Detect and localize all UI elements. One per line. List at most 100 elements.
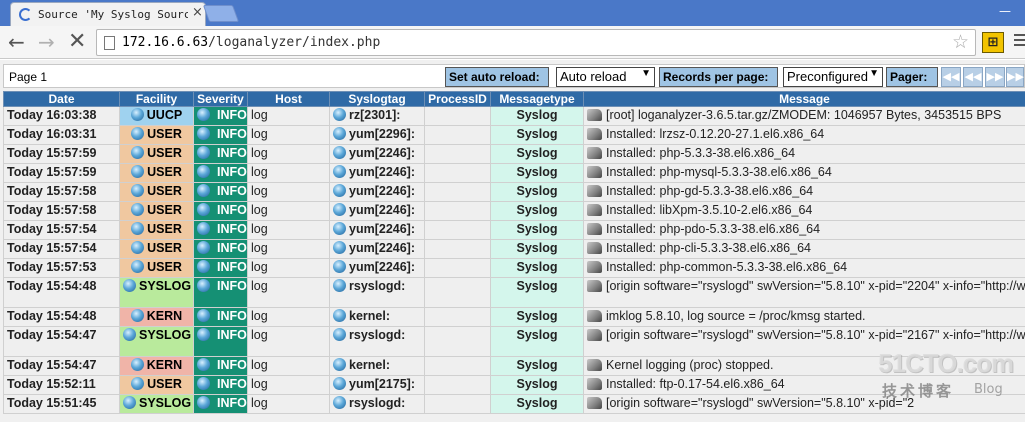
syslogtag-cell[interactable]: rsyslogd: [329, 326, 425, 357]
severity-cell[interactable]: INFO [193, 239, 248, 259]
message-detail-icon[interactable] [587, 128, 602, 140]
message-cell[interactable]: Installed: php-5.3.3-38.el6.x86_64 [583, 144, 1025, 164]
date-cell[interactable]: Today 15:51:45 [3, 394, 120, 414]
host-cell[interactable]: log [247, 277, 330, 308]
bookmark-star-icon[interactable]: ☆ [952, 31, 969, 53]
host-cell[interactable]: log [247, 394, 330, 414]
message-detail-icon[interactable] [587, 359, 602, 371]
message-detail-icon[interactable] [587, 329, 602, 341]
table-row[interactable]: Today 15:54:47 KERN INFO log kernel: Syslog Ke… [3, 356, 1025, 376]
table-row[interactable]: Today 15:57:58 USER INFO log yum[2246]: Syslo… [3, 201, 1025, 221]
severity-cell[interactable]: INFO [193, 106, 248, 126]
message-cell[interactable]: Installed: php-gd-5.3.3-38.el6.x86_64 [583, 182, 1025, 202]
message-detail-icon[interactable] [587, 310, 602, 322]
table-row[interactable]: Today 16:03:38 UUCP INFO log rz[2301]: Syslog… [3, 106, 1025, 126]
date-cell[interactable]: Today 15:54:48 [3, 277, 120, 308]
date-cell[interactable]: Today 15:57:58 [3, 182, 120, 202]
last-page-icon[interactable]: ▶▶ [1006, 67, 1024, 87]
message-detail-icon[interactable] [587, 223, 602, 235]
message-cell[interactable]: Installed: ftp-0.17-54.el6.x86_64 [583, 375, 1025, 395]
column-header-processid[interactable]: ProcessID [424, 91, 491, 107]
messagetype-cell[interactable]: Syslog [490, 163, 584, 183]
previous-page-icon[interactable]: ◀◀ [963, 67, 983, 87]
severity-cell[interactable]: INFO [193, 163, 248, 183]
syslogtag-cell[interactable]: rsyslogd: [329, 394, 425, 414]
syslogtag-cell[interactable]: yum[2246]: [329, 163, 425, 183]
processid-cell[interactable] [424, 144, 491, 164]
host-cell[interactable]: log [247, 307, 330, 327]
severity-cell[interactable]: INFO [193, 258, 248, 278]
column-header-messagetype[interactable]: Messagetype [490, 91, 584, 107]
processid-cell[interactable] [424, 375, 491, 395]
processid-cell[interactable] [424, 220, 491, 240]
processid-cell[interactable] [424, 394, 491, 414]
processid-cell[interactable] [424, 201, 491, 221]
processid-cell[interactable] [424, 277, 491, 308]
processid-cell[interactable] [424, 307, 491, 327]
facility-cell[interactable]: USER [119, 220, 194, 240]
host-cell[interactable]: log [247, 326, 330, 357]
severity-cell[interactable]: INFO [193, 307, 248, 327]
date-cell[interactable]: Today 15:52:11 [3, 375, 120, 395]
messagetype-cell[interactable]: Syslog [490, 201, 584, 221]
message-detail-icon[interactable] [587, 147, 602, 159]
facility-cell[interactable]: SYSLOG [119, 277, 194, 308]
table-row[interactable]: Today 15:57:59 USER INFO log yum[2246]: Syslo… [3, 163, 1025, 183]
message-cell[interactable]: [root] loganalyzer-3.6.5.tar.gz/ZMODEM: … [583, 106, 1025, 126]
syslogtag-cell[interactable]: kernel: [329, 307, 425, 327]
syslogtag-cell[interactable]: yum[2246]: [329, 182, 425, 202]
severity-cell[interactable]: INFO [193, 182, 248, 202]
syslogtag-cell[interactable]: yum[2296]: [329, 125, 425, 145]
facility-cell[interactable]: KERN [119, 356, 194, 376]
message-detail-icon[interactable] [587, 185, 602, 197]
severity-cell[interactable]: INFO [193, 326, 248, 357]
table-row[interactable]: Today 15:57:53 USER INFO log yum[2246]: Syslo… [3, 258, 1025, 278]
syslogtag-cell[interactable]: yum[2246]: [329, 258, 425, 278]
facility-cell[interactable]: SYSLOG [119, 326, 194, 357]
message-detail-icon[interactable] [587, 204, 602, 216]
message-cell[interactable]: imklog 5.8.10, log source = /proc/kmsg s… [583, 307, 1025, 327]
records-per-page-select[interactable]: Preconfigured ▼ [783, 67, 883, 87]
message-detail-icon[interactable] [587, 261, 602, 273]
facility-cell[interactable]: USER [119, 125, 194, 145]
messagetype-cell[interactable]: Syslog [490, 220, 584, 240]
facility-cell[interactable]: USER [119, 375, 194, 395]
host-cell[interactable]: log [247, 182, 330, 202]
host-cell[interactable]: log [247, 220, 330, 240]
facility-cell[interactable]: SYSLOG [119, 394, 194, 414]
forward-arrow-icon[interactable]: → [38, 31, 55, 53]
date-cell[interactable]: Today 15:54:47 [3, 356, 120, 376]
facility-cell[interactable]: UUCP [119, 106, 194, 126]
syslogtag-cell[interactable]: rz[2301]: [329, 106, 425, 126]
message-cell[interactable]: [origin software="rsyslogd" swVersion="5… [583, 277, 1025, 308]
message-cell[interactable]: Installed: php-common-5.3.3-38.el6.x86_6… [583, 258, 1025, 278]
syslogtag-cell[interactable]: yum[2246]: [329, 201, 425, 221]
messagetype-cell[interactable]: Syslog [490, 326, 584, 357]
facility-cell[interactable]: USER [119, 144, 194, 164]
column-header-severity[interactable]: Severity [193, 91, 248, 107]
message-cell[interactable]: Installed: php-cli-5.3.3-38.el6.x86_64 [583, 239, 1025, 259]
message-detail-icon[interactable] [587, 280, 602, 292]
table-row[interactable]: Today 15:54:48 KERN INFO log kernel: Syslog im… [3, 307, 1025, 327]
syslogtag-cell[interactable]: yum[2246]: [329, 239, 425, 259]
processid-cell[interactable] [424, 125, 491, 145]
severity-cell[interactable]: INFO [193, 375, 248, 395]
severity-cell[interactable]: INFO [193, 220, 248, 240]
date-cell[interactable]: Today 15:57:59 [3, 163, 120, 183]
date-cell[interactable]: Today 15:54:48 [3, 307, 120, 327]
host-cell[interactable]: log [247, 258, 330, 278]
processid-cell[interactable] [424, 106, 491, 126]
severity-cell[interactable]: INFO [193, 277, 248, 308]
syslogtag-cell[interactable]: yum[2246]: [329, 144, 425, 164]
message-detail-icon[interactable] [587, 109, 602, 121]
table-row[interactable]: Today 15:52:11 USER INFO log yum[2175]: Syslo… [3, 375, 1025, 395]
facility-cell[interactable]: USER [119, 258, 194, 278]
date-cell[interactable]: Today 15:54:47 [3, 326, 120, 357]
date-cell[interactable]: Today 15:57:54 [3, 220, 120, 240]
severity-cell[interactable]: INFO [193, 125, 248, 145]
host-cell[interactable]: log [247, 201, 330, 221]
url-text[interactable]: 172.16.6.63/loganalyzer/index.php [122, 35, 380, 50]
auto-reload-select[interactable]: Auto reload ▼ [556, 67, 655, 87]
message-detail-icon[interactable] [587, 397, 602, 409]
severity-cell[interactable]: INFO [193, 394, 248, 414]
